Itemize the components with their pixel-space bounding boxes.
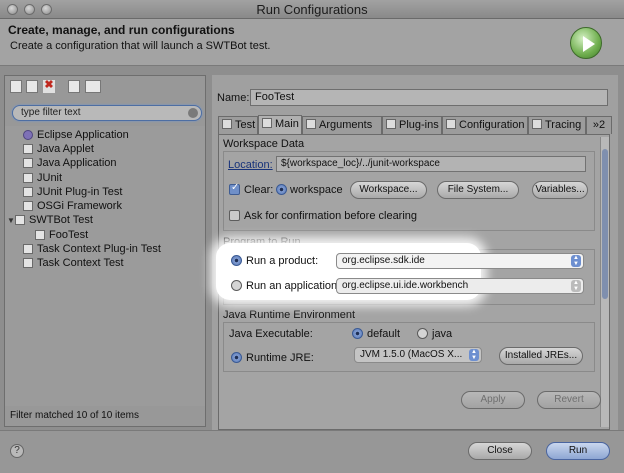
delete-config-icon[interactable]: ✖ (43, 80, 55, 93)
close-button[interactable]: Close (468, 442, 532, 460)
tree-item-osgi-framework[interactable]: OSGi Framework (15, 199, 122, 213)
window-title: Run Configurations (256, 2, 368, 17)
header-title: Create, manage, and run configurations (8, 23, 235, 37)
workspace-data-title: Workspace Data (223, 138, 305, 150)
filter-placeholder: type filter text (21, 107, 81, 118)
tree-item-java-application[interactable]: Java Application (15, 156, 117, 170)
dialog-footer: ? Close Run (0, 430, 624, 473)
filter-status: Filter matched 10 of 10 items (10, 410, 139, 421)
tree-item-footest[interactable]: FooTest (35, 228, 92, 242)
tab-plugins[interactable]: Plug-ins (382, 116, 442, 134)
filter-menu-icon[interactable] (85, 80, 101, 93)
tab-tracing[interactable]: Tracing (528, 116, 586, 134)
java-app-icon (23, 158, 33, 168)
run-application-label: Run an application: (246, 280, 341, 292)
configuration-tree: Eclipse Application Java Applet Java App… (5, 126, 205, 406)
scrollbar-thumb[interactable] (602, 149, 608, 299)
tree-item-task-context-test[interactable]: Task Context Test (15, 256, 124, 270)
plugins-tab-icon (386, 119, 396, 129)
junit-plugin-icon (23, 187, 33, 197)
name-input[interactable]: FooTest (250, 89, 608, 106)
duplicate-config-icon[interactable] (26, 80, 38, 93)
java-radio[interactable] (417, 328, 428, 339)
junit-icon (23, 173, 33, 183)
applet-icon (23, 144, 33, 154)
arguments-tab-icon (306, 119, 316, 129)
installed-jres-button[interactable]: Installed JREs... (499, 347, 583, 365)
panel-scrollbar[interactable] (600, 137, 609, 427)
tree-item-junit[interactable]: JUnit (15, 171, 62, 185)
swtbot-icon (15, 215, 25, 225)
ask-confirm-label: Ask for confirmation before clearing (244, 210, 418, 222)
tree-item-junit-plugin-test[interactable]: JUnit Plug-in Test (15, 185, 122, 199)
default-radio-label: default (367, 328, 401, 340)
run-application-radio[interactable] (231, 280, 242, 291)
test-tab-icon (222, 119, 232, 129)
tree-item-eclipse-application[interactable]: Eclipse Application (15, 128, 129, 142)
run-application-select[interactable]: org.eclipse.ui.ide.workbench ▲ ▼ (336, 278, 584, 294)
default-radio[interactable] (352, 328, 363, 339)
dialog-header: Create, manage, and run configurations C… (0, 19, 624, 66)
run-banner-icon (570, 27, 602, 59)
osgi-icon (23, 201, 33, 211)
revert-button[interactable]: Revert (537, 391, 601, 409)
tree-item-task-context-plugin-test[interactable]: Task Context Plug-in Test (15, 242, 161, 256)
expanded-triangle-icon[interactable]: ▼ (7, 214, 15, 228)
location-link[interactable]: Location: (228, 159, 273, 171)
workspace-button[interactable]: Workspace... (350, 181, 427, 199)
filter-input[interactable]: type filter text (12, 105, 202, 121)
tab-main[interactable]: Main (258, 115, 302, 134)
select-arrows-icon: ▲ ▼ (571, 280, 581, 292)
config-icon (35, 230, 45, 240)
task-context-icon (23, 258, 33, 268)
select-arrows-icon: ▲ ▼ (469, 349, 479, 361)
tab-arguments[interactable]: Arguments (302, 116, 382, 134)
config-tabs: Test Main Arguments Plug-ins Configurati… (218, 115, 614, 134)
workspace-radio[interactable] (276, 184, 287, 195)
runtime-jre-radio[interactable] (231, 352, 242, 363)
location-field[interactable]: ${workspace_loc}/../junit-workspace (276, 156, 586, 172)
collapse-all-icon[interactable] (68, 80, 80, 93)
workspace-radio-label: workspace (290, 184, 343, 196)
select-arrows-icon: ▲ ▼ (571, 255, 581, 267)
run-configurations-window: Run Configurations Create, manage, and r… (0, 0, 624, 473)
run-product-select[interactable]: org.eclipse.sdk.ide ▲ ▼ (336, 253, 584, 269)
tree-item-java-applet[interactable]: Java Applet (15, 142, 94, 156)
tabs-overflow[interactable]: »2 (586, 116, 612, 134)
variables-button[interactable]: Variables... (532, 181, 588, 199)
run-button[interactable]: Run (546, 442, 610, 460)
configurations-panel: ✖ type filter text Eclipse Application J… (4, 75, 206, 427)
eclipse-icon (23, 130, 33, 140)
runtime-jre-select[interactable]: JVM 1.5.0 (MacOS X... ▲ ▼ (354, 347, 482, 363)
java-executable-label: Java Executable: (229, 328, 313, 340)
clear-filter-icon[interactable] (188, 108, 198, 118)
clear-label: Clear: (244, 184, 274, 196)
apply-button[interactable]: Apply (461, 391, 525, 409)
ask-confirm-checkbox[interactable] (229, 210, 240, 221)
title-bar: Run Configurations (0, 0, 624, 19)
header-description: Create a configuration that will launch … (10, 40, 271, 52)
tracing-tab-icon (532, 119, 542, 129)
tree-item-swtbot-test[interactable]: ▼ SWTBot Test (7, 213, 93, 227)
main-tab-icon (262, 118, 272, 128)
name-label: Name: (217, 92, 250, 104)
runtime-jre-label: Runtime JRE: (246, 352, 314, 364)
tab-test[interactable]: Test (218, 116, 258, 134)
run-product-radio[interactable] (231, 255, 242, 266)
task-context-plugin-icon (23, 244, 33, 254)
file-system-button[interactable]: File System... (437, 181, 519, 199)
clear-checkbox[interactable] (229, 182, 240, 195)
java-radio-label: java (432, 328, 453, 340)
configurations-toolbar: ✖ (5, 76, 205, 98)
help-icon[interactable]: ? (10, 444, 24, 458)
jre-title: Java Runtime Environment (223, 309, 356, 321)
tab-configuration[interactable]: Configuration (442, 116, 528, 134)
run-product-label: Run a product: (246, 255, 319, 267)
configuration-tab-icon (446, 119, 456, 129)
new-config-icon[interactable] (10, 80, 22, 93)
